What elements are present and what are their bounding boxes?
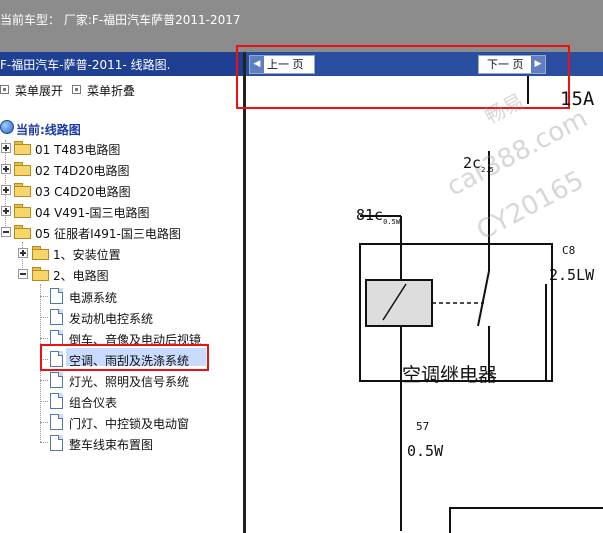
tree-folder-label: 01 T483电路图 — [35, 143, 121, 157]
folder-open-icon — [32, 267, 49, 281]
tree-page-cluster[interactable]: 组合仪表 — [0, 391, 240, 411]
expand-icon — [0, 85, 9, 94]
folder-icon — [14, 204, 31, 218]
folder-icon — [14, 162, 31, 176]
tree-root-label: 当前:线路图 — [16, 123, 81, 137]
tree-folder-label: 02 T4D20电路图 — [35, 164, 130, 178]
tree-folder-04[interactable]: 04 V491-国三电路图 — [0, 201, 240, 221]
expand-plus-icon[interactable] — [1, 143, 11, 153]
tree-page-label: 门灯、中控锁及电动窗 — [69, 417, 190, 431]
folder-icon — [14, 141, 31, 155]
vehicle-model-title: 当前车型： 厂家:F-福田汽车萨普2011-2017 — [0, 13, 241, 27]
tree-root[interactable]: 当前:线路图 — [0, 118, 200, 138]
page-icon — [50, 288, 63, 304]
tree-folder-05[interactable]: 05 征服者I491-国三电路图 — [0, 222, 240, 242]
folder-open-icon — [14, 225, 31, 239]
tree-folder-label: 2、电路图 — [53, 269, 109, 283]
page-icon — [50, 414, 63, 430]
collapse-icon — [72, 85, 81, 94]
wire-57-label: 57 — [416, 420, 430, 433]
sidebar-title: F-福田汽车-萨普-2011- 线路图. — [0, 58, 171, 72]
wire-81c-label: 81c0.5W — [356, 206, 400, 226]
folder-icon — [14, 183, 31, 197]
page-icon — [50, 435, 63, 451]
page-icon — [50, 309, 63, 325]
sidebar-header: F-福田汽车-萨普-2011- 线路图. — [0, 52, 246, 76]
tree-folder-label: 04 V491-国三电路图 — [35, 206, 150, 220]
tree-folder-01[interactable]: 01 T483电路图 — [0, 138, 240, 158]
expand-plus-icon[interactable] — [1, 206, 11, 216]
tree-page-door-lock-window[interactable]: 门灯、中控锁及电动窗 — [0, 412, 240, 432]
expand-plus-icon[interactable] — [1, 164, 11, 174]
tree-page-power[interactable]: 电源系统 — [0, 286, 240, 306]
menu-expand-button[interactable]: 菜单展开 — [0, 82, 63, 99]
tree-subfolder-circuit[interactable]: 2、电路图 — [0, 264, 240, 284]
tree-subfolder-install[interactable]: 1、安装位置 — [0, 243, 240, 263]
collapse-minus-icon[interactable] — [1, 227, 11, 237]
page-icon — [50, 393, 63, 409]
wiring-diagram: 15A 2c2.5 81c0.5W C8 2.5LW 空调继电器 57 0.5W… — [246, 76, 603, 533]
tree-page-lighting[interactable]: 灯光、照明及信号系统 — [0, 370, 240, 390]
menu-collapse-button[interactable]: 菜单折叠 — [72, 82, 135, 99]
tree-page-label: 组合仪表 — [69, 396, 118, 410]
tree-page-label: 整车线束布置图 — [69, 438, 154, 452]
page-icon — [50, 372, 63, 388]
relay-label: 空调继电器 — [402, 364, 498, 386]
tree-folder-03[interactable]: 03 C4D20电路图 — [0, 180, 240, 200]
tree-page-engine[interactable]: 发动机电控系统 — [0, 307, 240, 327]
expand-plus-icon[interactable] — [1, 185, 11, 195]
folder-icon — [32, 246, 49, 260]
tree-folder-label: 1、安装位置 — [53, 248, 121, 262]
selection-highlight-box — [40, 344, 209, 371]
globe-icon — [0, 120, 14, 134]
expand-plus-icon[interactable] — [18, 248, 28, 258]
tree-folder-02[interactable]: 02 T4D20电路图 — [0, 159, 240, 179]
collapse-minus-icon[interactable] — [18, 269, 28, 279]
tree-folder-label: 05 征服者I491-国三电路图 — [35, 227, 181, 241]
tree-page-label: 灯光、照明及信号系统 — [69, 375, 190, 389]
tree-page-label: 发动机电控系统 — [69, 312, 154, 326]
wire-57-spec-label: 0.5W — [407, 442, 444, 460]
tree-page-label: 电源系统 — [69, 291, 118, 305]
wire-c8-spec-label: 2.5LW — [549, 266, 595, 284]
wire-c8-label: C8 — [562, 244, 576, 257]
tree-folder-label: 03 C4D20电路图 — [35, 185, 131, 199]
tree-page-harness-layout[interactable]: 整车线束布置图 — [0, 433, 240, 453]
